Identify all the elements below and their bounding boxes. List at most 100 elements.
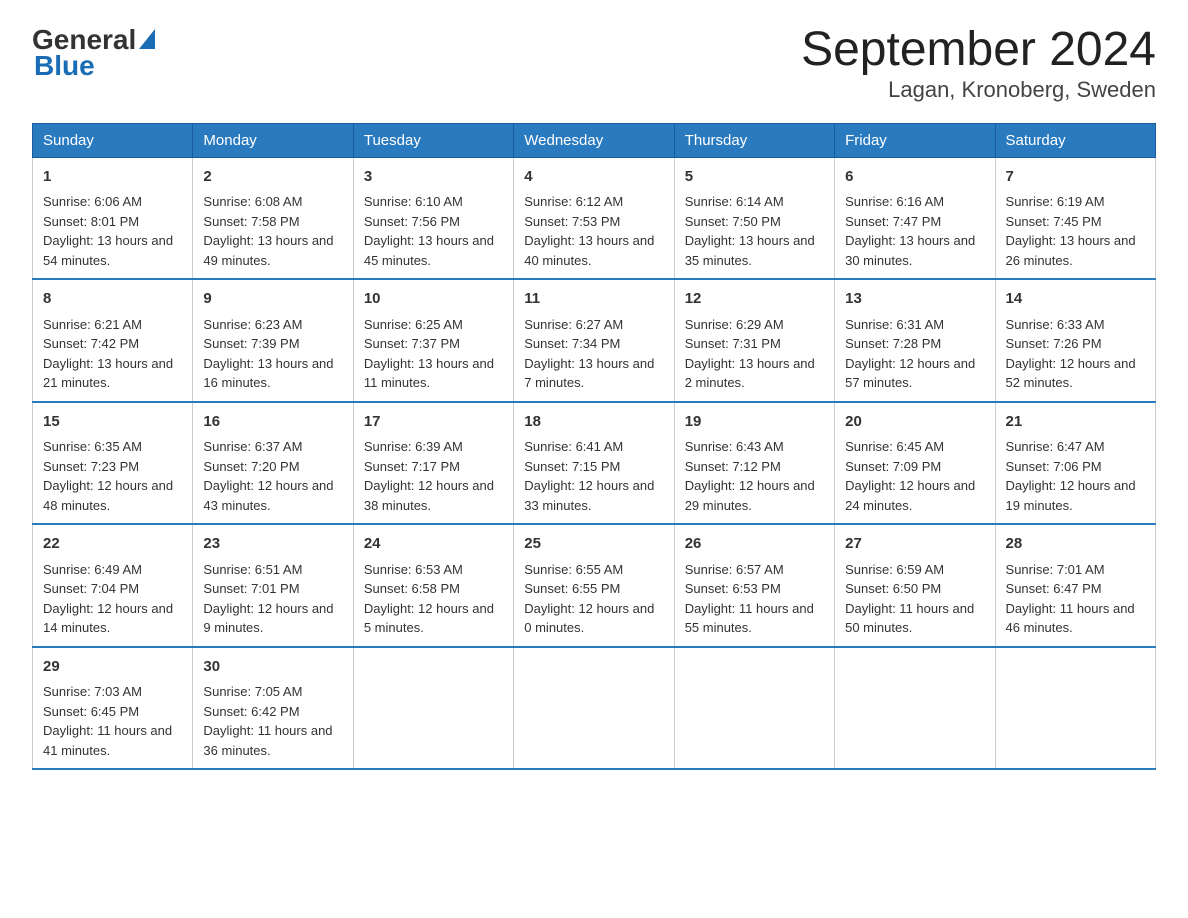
daylight-text: Daylight: 13 hours and 21 minutes. [43, 356, 173, 391]
sunrise-text: Sunrise: 6:45 AM [845, 439, 944, 454]
daylight-text: Daylight: 13 hours and 35 minutes. [685, 233, 815, 268]
daylight-text: Daylight: 13 hours and 2 minutes. [685, 356, 815, 391]
sunset-text: Sunset: 7:09 PM [845, 459, 941, 474]
calendar-cell: 23Sunrise: 6:51 AMSunset: 7:01 PMDayligh… [193, 524, 353, 647]
sunset-text: Sunset: 7:20 PM [203, 459, 299, 474]
logo-triangle-icon [139, 29, 155, 49]
calendar-cell: 4Sunrise: 6:12 AMSunset: 7:53 PMDaylight… [514, 157, 674, 279]
header-wednesday: Wednesday [514, 123, 674, 157]
page-title: September 2024 [801, 24, 1156, 77]
calendar-cell: 8 Sunrise: 6:21 AM Sunset: 7:42 PM Daylight… [33, 279, 193, 402]
sunset-text: Sunset: 6:53 PM [685, 581, 781, 596]
daylight-text: Daylight: 12 hours and 52 minutes. [1006, 356, 1136, 391]
calendar-week-row: 1Sunrise: 6:06 AMSunset: 8:01 PMDaylight… [33, 157, 1156, 279]
sunset-text: Sunset: 7:42 PM [43, 336, 139, 351]
sunset-text: Sunset: 7:34 PM [524, 336, 620, 351]
daylight-text: Daylight: 12 hours and 0 minutes. [524, 601, 654, 636]
day-number: 4 [524, 166, 663, 189]
calendar-cell [674, 647, 834, 770]
sunrise-text: Sunrise: 6:43 AM [685, 439, 784, 454]
logo: General Blue [32, 24, 155, 82]
sunset-text: Sunset: 7:47 PM [845, 214, 941, 229]
calendar-week-row: 8 Sunrise: 6:21 AM Sunset: 7:42 PM Daylight… [33, 279, 1156, 402]
sunrise-text: Sunrise: 6:47 AM [1006, 439, 1105, 454]
calendar-cell: 6Sunrise: 6:16 AMSunset: 7:47 PMDaylight… [835, 157, 995, 279]
daylight-text: Daylight: 13 hours and 54 minutes. [43, 233, 173, 268]
sunrise-text: Sunrise: 6:14 AM [685, 194, 784, 209]
calendar-cell: 22Sunrise: 6:49 AMSunset: 7:04 PMDayligh… [33, 524, 193, 647]
daylight-text: Daylight: 11 hours and 50 minutes. [845, 601, 974, 636]
calendar-cell: 13Sunrise: 6:31 AMSunset: 7:28 PMDayligh… [835, 279, 995, 402]
sunrise-text: Sunrise: 6:57 AM [685, 562, 784, 577]
day-number: 26 [685, 533, 824, 556]
sunrise-text: Sunrise: 6:55 AM [524, 562, 623, 577]
day-number: 10 [364, 288, 503, 311]
daylight-text: Daylight: 11 hours and 36 minutes. [203, 723, 332, 758]
day-number: 18 [524, 411, 663, 434]
calendar-table: SundayMondayTuesdayWednesdayThursdayFrid… [32, 123, 1156, 771]
calendar-cell: 29Sunrise: 7:03 AMSunset: 6:45 PMDayligh… [33, 647, 193, 770]
day-number: 8 [43, 288, 182, 311]
sunrise-text: Sunrise: 6:39 AM [364, 439, 463, 454]
sunrise-text: Sunrise: 6:53 AM [364, 562, 463, 577]
daylight-text: Daylight: 12 hours and 43 minutes. [203, 478, 333, 513]
sunset-text: Sunset: 7:58 PM [203, 214, 299, 229]
day-number: 20 [845, 411, 984, 434]
daylight-text: Daylight: 12 hours and 29 minutes. [685, 478, 815, 513]
calendar-cell: 5Sunrise: 6:14 AMSunset: 7:50 PMDaylight… [674, 157, 834, 279]
sunset-text: Sunset: 6:45 PM [43, 704, 139, 719]
header-tuesday: Tuesday [353, 123, 513, 157]
day-number: 17 [364, 411, 503, 434]
day-number: 14 [1006, 288, 1145, 311]
day-number: 27 [845, 533, 984, 556]
calendar-cell: 2Sunrise: 6:08 AMSunset: 7:58 PMDaylight… [193, 157, 353, 279]
daylight-text: Daylight: 12 hours and 48 minutes. [43, 478, 173, 513]
sunrise-text: Sunrise: 6:21 AM [43, 317, 142, 332]
sunrise-text: Sunrise: 6:59 AM [845, 562, 944, 577]
day-number: 15 [43, 411, 182, 434]
page-header: General Blue September 2024 Lagan, Krono… [32, 24, 1156, 103]
calendar-cell: 1Sunrise: 6:06 AMSunset: 8:01 PMDaylight… [33, 157, 193, 279]
day-number: 29 [43, 656, 182, 679]
sunrise-text: Sunrise: 6:33 AM [1006, 317, 1105, 332]
calendar-cell: 30Sunrise: 7:05 AMSunset: 6:42 PMDayligh… [193, 647, 353, 770]
daylight-text: Daylight: 13 hours and 16 minutes. [203, 356, 333, 391]
sunrise-text: Sunrise: 6:16 AM [845, 194, 944, 209]
daylight-text: Daylight: 12 hours and 38 minutes. [364, 478, 494, 513]
daylight-text: Daylight: 12 hours and 9 minutes. [203, 601, 333, 636]
calendar-cell [995, 647, 1155, 770]
sunset-text: Sunset: 6:47 PM [1006, 581, 1102, 596]
sunset-text: Sunset: 7:06 PM [1006, 459, 1102, 474]
calendar-cell: 12Sunrise: 6:29 AMSunset: 7:31 PMDayligh… [674, 279, 834, 402]
daylight-text: Daylight: 11 hours and 55 minutes. [685, 601, 814, 636]
calendar-cell: 28Sunrise: 7:01 AMSunset: 6:47 PMDayligh… [995, 524, 1155, 647]
day-number: 24 [364, 533, 503, 556]
sunrise-text: Sunrise: 7:05 AM [203, 684, 302, 699]
calendar-cell: 3Sunrise: 6:10 AMSunset: 7:56 PMDaylight… [353, 157, 513, 279]
calendar-cell [514, 647, 674, 770]
sunrise-text: Sunrise: 7:01 AM [1006, 562, 1105, 577]
calendar-header-row: SundayMondayTuesdayWednesdayThursdayFrid… [33, 123, 1156, 157]
sunrise-text: Sunrise: 6:08 AM [203, 194, 302, 209]
calendar-cell: 27Sunrise: 6:59 AMSunset: 6:50 PMDayligh… [835, 524, 995, 647]
sunrise-text: Sunrise: 6:06 AM [43, 194, 142, 209]
title-block: September 2024 Lagan, Kronoberg, Sweden [801, 24, 1156, 103]
sunset-text: Sunset: 8:01 PM [43, 214, 139, 229]
daylight-text: Daylight: 13 hours and 40 minutes. [524, 233, 654, 268]
calendar-cell: 26 Sunrise: 6:57 AM Sunset: 6:53 PM Dayligh… [674, 524, 834, 647]
sunset-text: Sunset: 7:12 PM [685, 459, 781, 474]
daylight-text: Daylight: 12 hours and 19 minutes. [1006, 478, 1136, 513]
daylight-text: Daylight: 12 hours and 57 minutes. [845, 356, 975, 391]
daylight-text: Daylight: 13 hours and 11 minutes. [364, 356, 494, 391]
sunrise-text: Sunrise: 6:29 AM [685, 317, 784, 332]
sunset-text: Sunset: 7:17 PM [364, 459, 460, 474]
header-thursday: Thursday [674, 123, 834, 157]
daylight-text: Daylight: 12 hours and 14 minutes. [43, 601, 173, 636]
sunrise-text: Sunrise: 6:41 AM [524, 439, 623, 454]
day-number: 25 [524, 533, 663, 556]
calendar-cell: 14Sunrise: 6:33 AMSunset: 7:26 PMDayligh… [995, 279, 1155, 402]
sunset-text: Sunset: 7:37 PM [364, 336, 460, 351]
day-number: 30 [203, 656, 342, 679]
sunset-text: Sunset: 7:39 PM [203, 336, 299, 351]
sunset-text: Sunset: 7:23 PM [43, 459, 139, 474]
